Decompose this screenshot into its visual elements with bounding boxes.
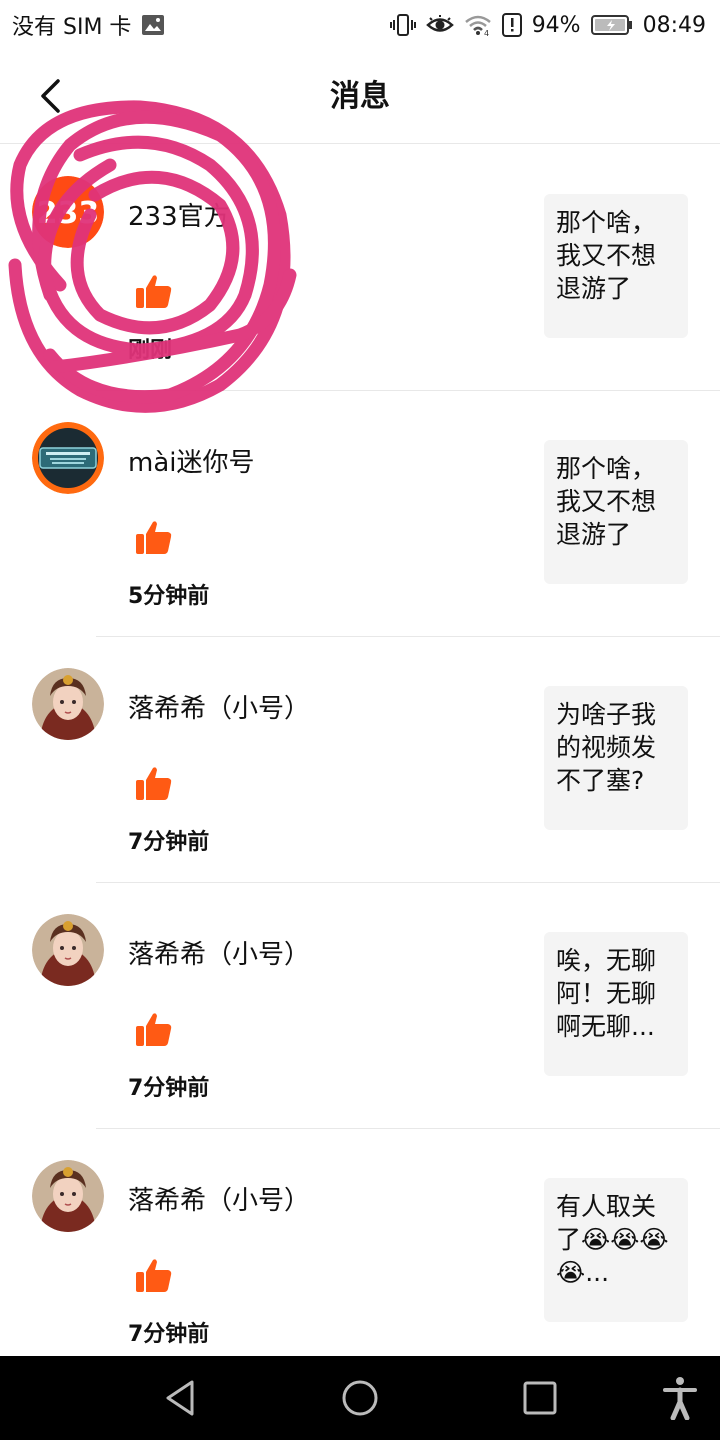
message-preview[interactable]: 为啥子我的视频发不了塞? [544,686,688,830]
avatar[interactable] [32,422,104,494]
username[interactable]: mài迷你号 [128,442,254,479]
navigation-bar [0,1356,720,1440]
message-item[interactable]: 233 233官方 刚刚 那个啥，我又不想退游了 [0,144,720,390]
username[interactable]: 落希希（小号） [128,934,310,971]
avatar[interactable] [32,668,104,740]
timestamp: 7分钟前 [128,1322,210,1347]
thumbs-up-icon [134,518,174,558]
nav-recents-button[interactable] [512,1370,568,1426]
alert-icon [501,13,522,37]
battery-icon [590,14,633,36]
timestamp: 7分钟前 [128,830,210,855]
recents-square-icon [523,1381,557,1415]
carrier-text: 没有 SIM 卡 [12,15,132,40]
image-icon [141,14,165,36]
message-preview[interactable]: 唉，无聊阿！无聊啊无聊... [544,932,688,1076]
username[interactable]: 落希希（小号） [128,1180,310,1217]
back-triangle-icon [166,1380,194,1416]
avatar[interactable]: 233 [32,176,104,248]
header: 消息 [0,50,720,144]
avatar[interactable] [32,914,104,986]
message-item[interactable]: 落希希（小号） 7分钟前 有人取关了😭😭😭😭... [0,1128,720,1356]
page-title: 消息 [330,79,390,114]
vibrate-icon [389,13,416,37]
back-button[interactable] [26,72,74,120]
clock: 08:49 [642,12,706,38]
message-preview[interactable]: 那个啥，我又不想退游了 [544,440,688,584]
timestamp: 7分钟前 [128,1076,210,1101]
thumbs-up-icon [134,764,174,804]
svg-text:4: 4 [484,29,489,36]
message-item[interactable]: mài迷你号 5分钟前 那个啥，我又不想退游了 [0,390,720,636]
status-right: 4 94% 08:49 [389,12,706,38]
wifi-icon: 4 [464,14,492,36]
message-item[interactable]: 落希希（小号） 7分钟前 唉，无聊阿！无聊啊无聊... [0,882,720,1128]
home-circle-icon [342,1380,378,1416]
status-left: 没有 SIM 卡 [12,9,165,41]
chevron-left-icon [41,79,60,113]
nav-accessibility-button[interactable] [652,1370,708,1426]
timestamp: 5分钟前 [128,584,210,609]
thumbs-up-icon [134,1010,174,1050]
nav-back-button[interactable] [152,1370,208,1426]
username[interactable]: 落希希（小号） [128,688,310,725]
nav-home-button[interactable] [332,1370,388,1426]
message-preview[interactable]: 那个啥，我又不想退游了 [544,194,688,338]
battery-percent: 94% [531,12,581,38]
timestamp: 刚刚 [128,338,173,363]
accessibility-icon [663,1377,697,1420]
message-item[interactable]: 落希希（小号） 7分钟前 为啥子我的视频发不了塞? [0,636,720,882]
username[interactable]: 233官方 [128,196,230,233]
thumbs-up-icon [134,1256,174,1296]
svg-text:233: 233 [37,196,100,231]
message-preview[interactable]: 有人取关了😭😭😭😭... [544,1178,688,1322]
status-bar: 没有 SIM 卡 4 94% 08:49 [0,0,720,50]
eye-icon [425,14,454,36]
message-list: 233 233官方 刚刚 那个啥，我又不想退游了 mài迷你号 5分钟前 那个啥… [0,144,720,1356]
avatar[interactable] [32,1160,104,1232]
thumbs-up-icon [134,272,174,312]
